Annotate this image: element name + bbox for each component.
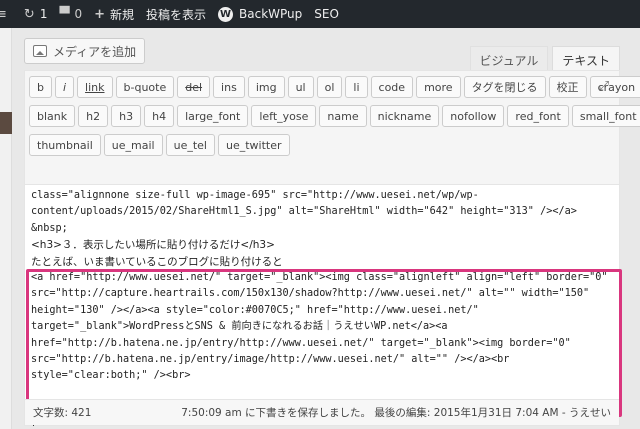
plus-icon: +: [94, 6, 105, 22]
qt-button[interactable]: ue_mail: [103, 134, 163, 156]
post-editor: メディアを追加 ビジュアル テキスト b i link b-quote del ins im…: [24, 36, 640, 426]
tab-visual[interactable]: ビジュアル: [469, 46, 549, 70]
post-status-info: 文字数: 421 7:50:09 am に下書きを保存しました。 最後の編集: …: [25, 399, 619, 425]
qt-button[interactable]: ins: [213, 76, 245, 98]
toolbar-row: b i link b-quote del ins img ul ol li code more タグを閉…: [29, 74, 640, 100]
qt-button[interactable]: h2: [78, 105, 109, 127]
comment-icon: ▀: [59, 6, 70, 22]
seo-label: SEO: [314, 7, 339, 21]
qt-button[interactable]: link: [77, 76, 113, 98]
comments-menu[interactable]: ▀ 0: [59, 7, 82, 22]
toolbar-row: thumbnail ue_mail ue_tel ue_twitter: [29, 132, 615, 158]
view-post-label: 投稿を表示: [146, 7, 207, 22]
menu-icon: ≡: [0, 6, 7, 22]
qt-button[interactable]: h3: [111, 105, 142, 127]
qt-button[interactable]: タグを閉じる: [463, 76, 546, 98]
comments-count: 0: [74, 7, 83, 21]
refresh-icon: ↻: [23, 6, 35, 22]
content-textarea[interactable]: class="alignnone size-full wp-image-695"…: [31, 188, 615, 398]
qt-button[interactable]: nofollow: [442, 105, 505, 127]
code-line: &nbsp;: [31, 222, 68, 234]
qt-button[interactable]: ol: [316, 76, 343, 98]
qt-button[interactable]: small_font: [571, 105, 640, 127]
editor-tabs: ビジュアル テキスト: [466, 46, 620, 70]
qt-button[interactable]: ue_tel: [165, 134, 215, 156]
code-line: <a href="http://www.uesei.net/" target="…: [31, 272, 608, 284]
qt-button[interactable]: code: [370, 76, 414, 98]
code-line: content/uploads/2015/02/ShareHtml1_S.jpg…: [31, 206, 577, 218]
editor-container: b i link b-quote del ins img ul ol li code more タグを閉…: [24, 70, 640, 426]
qt-button[interactable]: ul: [287, 76, 314, 98]
updates-menu[interactable]: ↻ 1: [24, 7, 48, 22]
new-label: 新規: [110, 7, 135, 22]
code-line: style="clear:both;" /><br>: [31, 370, 191, 382]
media-icon: [33, 45, 47, 57]
quicktags-toolbar: b i link b-quote del ins img ul ol li code more タグを閉…: [25, 71, 640, 185]
updates-count: 1: [39, 7, 48, 21]
qt-button[interactable]: del: [177, 76, 211, 98]
code-line: src="http://capture.heartrails.com/150x1…: [31, 288, 590, 300]
backwpup-label: BackWPup: [239, 7, 303, 21]
qt-button[interactable]: b-quote: [115, 76, 175, 98]
qt-button[interactable]: li: [345, 76, 368, 98]
qt-button[interactable]: ue_twitter: [217, 134, 290, 156]
backwpup-icon: W: [218, 6, 234, 22]
qt-button[interactable]: b: [29, 76, 52, 98]
add-media-button[interactable]: メディアを追加: [24, 38, 146, 64]
qt-button[interactable]: blank: [29, 105, 76, 127]
qt-button[interactable]: i: [54, 76, 75, 98]
code-line: <h3>３．表示したい場所に貼り付けるだけ</h3>: [31, 239, 275, 252]
view-post-link[interactable]: 投稿を表示: [146, 6, 206, 23]
code-line: target="_blank">WordPressとSNS & 前向きになれるお…: [31, 321, 448, 333]
qt-button[interactable]: large_font: [177, 105, 249, 127]
admin-sidebar-edge: [0, 28, 12, 429]
qt-button[interactable]: name: [319, 105, 367, 127]
qt-button[interactable]: 校正: [548, 76, 587, 98]
qt-button[interactable]: red_font: [507, 105, 569, 127]
backwpup-menu[interactable]: W BackWPup: [218, 6, 303, 22]
sidebar-marker: [0, 112, 12, 134]
tab-text[interactable]: テキスト: [552, 46, 620, 70]
add-media-label: メディアを追加: [53, 44, 137, 59]
qt-button[interactable]: left_yose: [251, 105, 317, 127]
wp-logo-menu[interactable]: ≡: [0, 7, 12, 22]
code-line: class="alignnone size-full wp-image-695"…: [31, 190, 479, 201]
code-line: href="http://b.hatena.ne.jp/entry/http:/…: [31, 337, 571, 349]
qt-button[interactable]: nickname: [369, 105, 440, 127]
qt-button[interactable]: more: [416, 76, 461, 98]
qt-button[interactable]: img: [247, 76, 285, 98]
word-count: 文字数: 421: [33, 407, 92, 419]
seo-menu[interactable]: SEO: [314, 7, 339, 21]
admin-bar: ≡ ↻ 1 ▀ 0 + 新規 投稿を表示 W BackWPup SEO: [0, 0, 640, 28]
new-content-menu[interactable]: + 新規: [94, 6, 134, 23]
fullscreen-icon[interactable]: ⤢: [597, 80, 611, 94]
qt-button[interactable]: thumbnail: [29, 134, 101, 156]
code-line: src="http://b.hatena.ne.jp/entry/image/h…: [31, 354, 510, 366]
qt-button[interactable]: h4: [144, 105, 175, 127]
autosave-status: 7:50:09 am に下書きを保存しました。 最後の編集: 2015年1月31…: [181, 407, 611, 419]
code-line: たとえば、いま書いているこのブログに貼り付けると: [31, 255, 283, 268]
toolbar-row: blank h2 h3 h4 large_font left_yose name nickna…: [29, 103, 640, 129]
code-line: height="130" /></a><a style="color:#0070…: [31, 304, 479, 316]
